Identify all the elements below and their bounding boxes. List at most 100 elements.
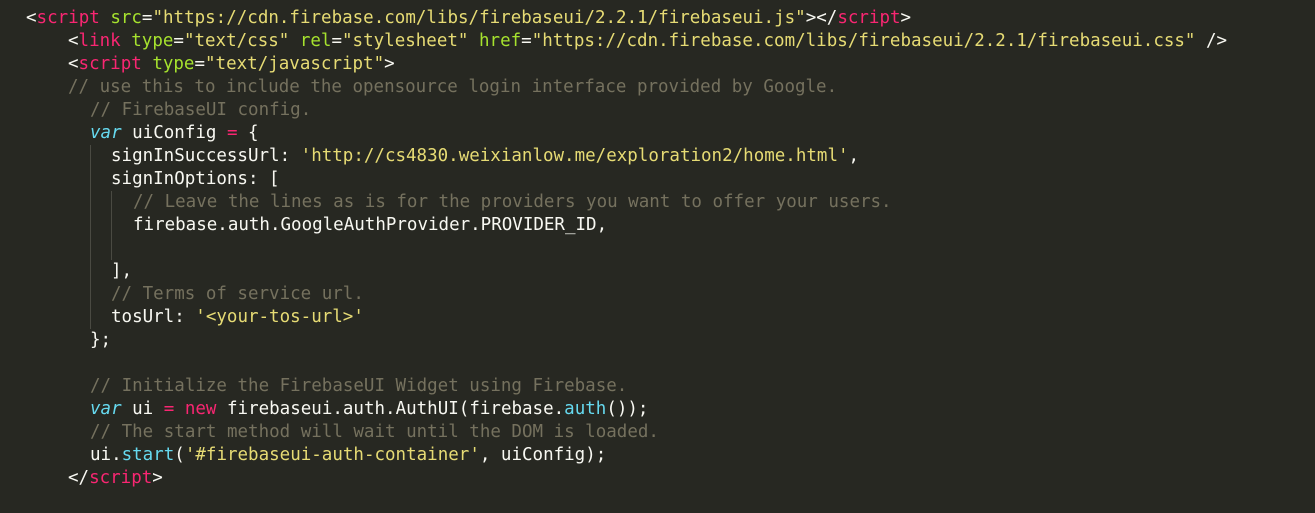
code-token: "stylesheet"	[342, 31, 469, 51]
indent-guide	[90, 260, 91, 283]
code-line-content: firebase.auth.GoogleAuthProvider.PROVIDE…	[133, 214, 607, 237]
code-line: < script src="https://cdn.firebase.com/li…	[0, 7, 1315, 30]
code-line-content: ],	[111, 260, 132, 283]
code-line: <script type="text/javascript">	[0, 53, 1315, 76]
code-token: "https://cdn.firebase.com/libs/firebaseu…	[152, 8, 806, 28]
code-token: };	[90, 330, 112, 350]
code-line: // FirebaseUI config.	[0, 99, 1315, 122]
code-line	[0, 237, 1315, 260]
code-token: start	[121, 445, 175, 465]
code-line-content: <script type="text/javascript">	[68, 53, 395, 76]
indent-guide	[111, 191, 112, 214]
code-token: tosUrl:	[111, 307, 196, 327]
code-token: // Leave the lines as is for the provide…	[133, 192, 892, 212]
code-token: (	[174, 445, 185, 465]
code-line: signInOptions: [	[0, 168, 1315, 191]
code-token: =	[226, 123, 238, 143]
code-token: type	[152, 54, 195, 74]
code-line: var uiConfig = {	[0, 122, 1315, 145]
code-line-content: ui.start('#firebaseui-auth-container', u…	[90, 444, 606, 467]
code-token: script	[89, 468, 153, 488]
code-token: script	[837, 8, 901, 28]
code-token: href	[479, 31, 522, 51]
code-token: signInSuccessUrl:	[111, 146, 301, 166]
code-token: // use this to include the opensource lo…	[68, 77, 838, 97]
code-token: "text/javascript"	[205, 54, 385, 74]
code-line: // use this to include the opensource lo…	[0, 76, 1315, 99]
code-token: "https://cdn.firebase.com/libs/firebaseu…	[531, 31, 1196, 51]
code-token: var	[90, 399, 122, 419]
code-token: <	[68, 31, 79, 51]
code-token: ());	[606, 399, 649, 419]
code-line-content: // FirebaseUI config.	[90, 99, 311, 122]
code-line: tosUrl: '<your-tos-url>'	[0, 306, 1315, 329]
indent-guide	[111, 214, 112, 237]
code-token: src	[110, 8, 142, 28]
code-line: <link type="text/css" rel="stylesheet" h…	[0, 30, 1315, 53]
code-token: rel	[299, 31, 332, 51]
code-token: firebase.auth.GoogleAuthProvider.PROVIDE…	[133, 215, 608, 235]
code-token: =	[331, 31, 343, 51]
code-line: // Leave the lines as is for the provide…	[0, 191, 1315, 214]
code-token: />	[1195, 31, 1228, 51]
indent-guide	[111, 237, 112, 260]
code-token: var	[90, 123, 122, 143]
code-token: </	[68, 468, 90, 488]
code-line-content: // Terms of service url.	[111, 283, 364, 306]
code-token: // The start method will wait until the …	[90, 422, 659, 442]
code-token: >	[152, 468, 163, 488]
code-token: // Initialize the FirebaseUI Widget usin…	[90, 376, 628, 396]
code-line-content: tosUrl: '<your-tos-url>'	[111, 306, 364, 329]
code-token: =	[173, 31, 184, 51]
indent-guide	[90, 237, 91, 260]
code-line: // Terms of service url.	[0, 283, 1315, 306]
code-token: uiConfig	[121, 123, 227, 143]
code-token: 'http://cs4830.weixianlow.me/exploration…	[300, 146, 849, 166]
code-token: =	[521, 31, 532, 51]
indent-guide	[90, 168, 91, 191]
code-line-content: signInSuccessUrl: 'http://cs4830.weixian…	[111, 145, 859, 168]
code-line-content: < script src="https://cdn.firebase.com/li…	[26, 7, 911, 30]
code-token: ,	[848, 146, 860, 166]
code-line: var ui = new firebaseui.auth.AuthUI(fire…	[0, 398, 1315, 421]
code-line: firebase.auth.GoogleAuthProvider.PROVIDE…	[0, 214, 1315, 237]
code-token: '<your-tos-url>'	[195, 307, 364, 327]
code-token: {	[237, 123, 259, 143]
code-token: firebaseui.auth.AuthUI(firebase.	[216, 399, 565, 419]
code-token: , uiConfig);	[479, 445, 607, 465]
code-line-content: };	[90, 329, 111, 352]
code-token: =	[141, 8, 153, 28]
indent-guide	[90, 191, 91, 214]
code-line: ui.start('#firebaseui-auth-container', u…	[0, 444, 1315, 467]
code-token: // Terms of service url.	[111, 284, 364, 304]
indent-guide	[90, 283, 91, 306]
code-line-content: var uiConfig = {	[90, 122, 259, 145]
code-line: ],	[0, 260, 1315, 283]
code-line-content: var ui = new firebaseui.auth.AuthUI(fire…	[90, 398, 648, 421]
code-token: >	[384, 54, 395, 74]
code-token: =	[194, 54, 206, 74]
code-line: </script>	[0, 467, 1315, 490]
code-token: <	[26, 8, 37, 28]
code-line-content: signInOptions: [	[111, 168, 280, 191]
code-line: // Initialize the FirebaseUI Widget usin…	[0, 375, 1315, 398]
code-token: new	[184, 399, 217, 419]
code-line-content: // Initialize the FirebaseUI Widget usin…	[90, 375, 627, 398]
indent-guide	[90, 145, 91, 168]
code-token: =	[163, 399, 175, 419]
code-token: ></	[805, 8, 838, 28]
code-token: <	[68, 54, 79, 74]
code-token: ui	[121, 399, 164, 419]
code-token: "text/css"	[183, 31, 290, 51]
code-token: '#firebaseui-auth-container'	[184, 445, 480, 465]
code-token: signInOptions: [	[111, 169, 280, 189]
code-line-content: <link type="text/css" rel="stylesheet" h…	[68, 30, 1227, 53]
code-editor[interactable]: <script src="https://cdn.firebase.com/li…	[0, 0, 1315, 513]
code-token: ui.	[90, 445, 122, 465]
